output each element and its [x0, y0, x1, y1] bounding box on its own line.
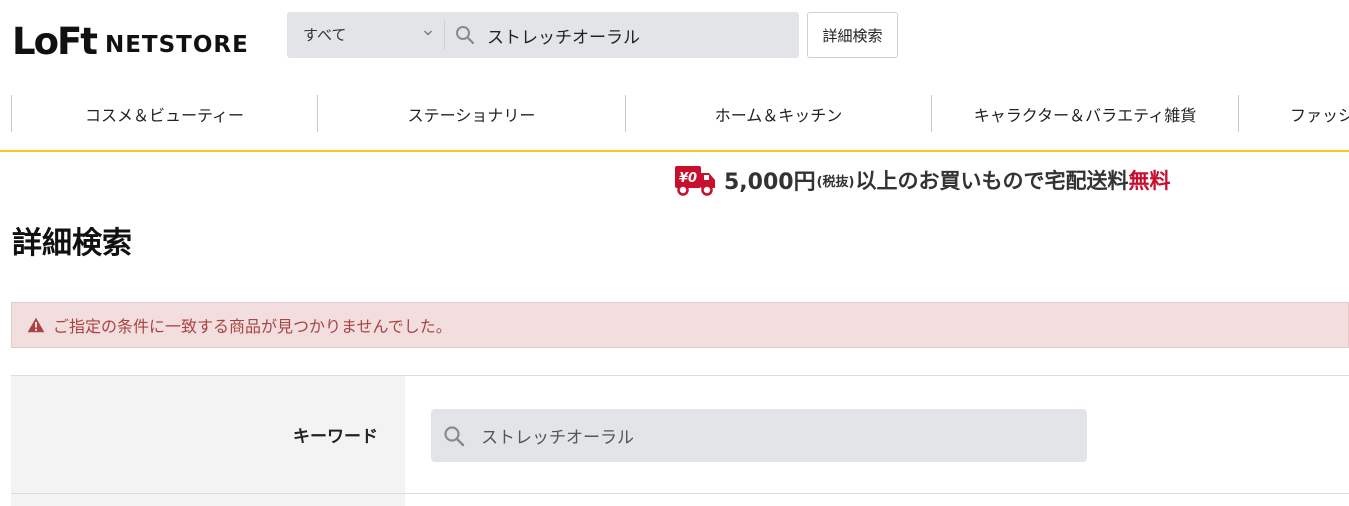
logo-loft: LoFt	[12, 20, 98, 63]
keyword-input[interactable]: ストレッチオーラル	[431, 409, 1087, 462]
keyword-label-cell: キーワード	[11, 376, 405, 493]
shipping-text: 以上のお買いもので宅配送料	[855, 169, 1129, 193]
logo-netstore: NETSTORE	[104, 32, 249, 58]
keyword-label: キーワード	[293, 427, 378, 447]
header-search-input[interactable]: ストレッチオーラル	[445, 12, 799, 58]
search-icon	[444, 425, 465, 446]
advanced-search-button[interactable]: 詳細検索	[807, 12, 898, 58]
page-title: 詳細検索	[12, 226, 132, 261]
category-select-value: すべて	[303, 26, 347, 44]
header-search-bar: すべて ストレッチオーラル	[287, 12, 799, 58]
keyword-input-value: ストレッチオーラル	[481, 428, 634, 448]
nav-item-home-kitchen[interactable]: ホーム＆キッチン	[625, 95, 931, 132]
header-search-query: ストレッチオーラル	[487, 27, 640, 48]
category-select[interactable]: すべて	[287, 12, 444, 58]
nav-item-cosme[interactable]: コスメ＆ビューティー	[11, 95, 317, 132]
category-nav: コスメ＆ビューティー ステーショナリー ホーム＆キッチン キャラクター＆バラエテ…	[0, 95, 1349, 132]
form-row-keyword: キーワード ストレッチオーラル	[11, 376, 1349, 494]
warning-icon	[27, 317, 45, 333]
shipping-free: 無料	[1128, 169, 1171, 193]
nav-accent-rule	[0, 150, 1349, 152]
alert-message: ご指定の条件に一致する商品が見つかりませんでした。	[53, 317, 452, 336]
site-logo[interactable]: LoFt NETSTORE	[12, 14, 249, 60]
nav-item-character-variety[interactable]: キャラクター＆バラエティ雑貨	[931, 95, 1238, 132]
shipping-banner: ¥0 5,000円 (税抜) 以上のお買いもので宅配送料 無料	[674, 163, 1170, 197]
free-badge-text: ¥0	[679, 171, 697, 186]
nav-item-fashion[interactable]: ファッシ	[1238, 95, 1349, 132]
form-row-next-label-cell	[11, 494, 405, 506]
nav-item-stationery[interactable]: ステーショナリー	[317, 95, 625, 132]
shipping-tax-note: (税抜)	[816, 174, 855, 190]
chevron-down-icon	[424, 30, 432, 36]
search-icon	[456, 26, 475, 45]
no-results-alert: ご指定の条件に一致する商品が見つかりませんでした。	[11, 302, 1349, 348]
delivery-truck-icon: ¥0	[675, 166, 715, 196]
shipping-threshold: 5,000円	[724, 170, 816, 195]
advanced-search-form: キーワード ストレッチオーラル	[11, 375, 1349, 506]
